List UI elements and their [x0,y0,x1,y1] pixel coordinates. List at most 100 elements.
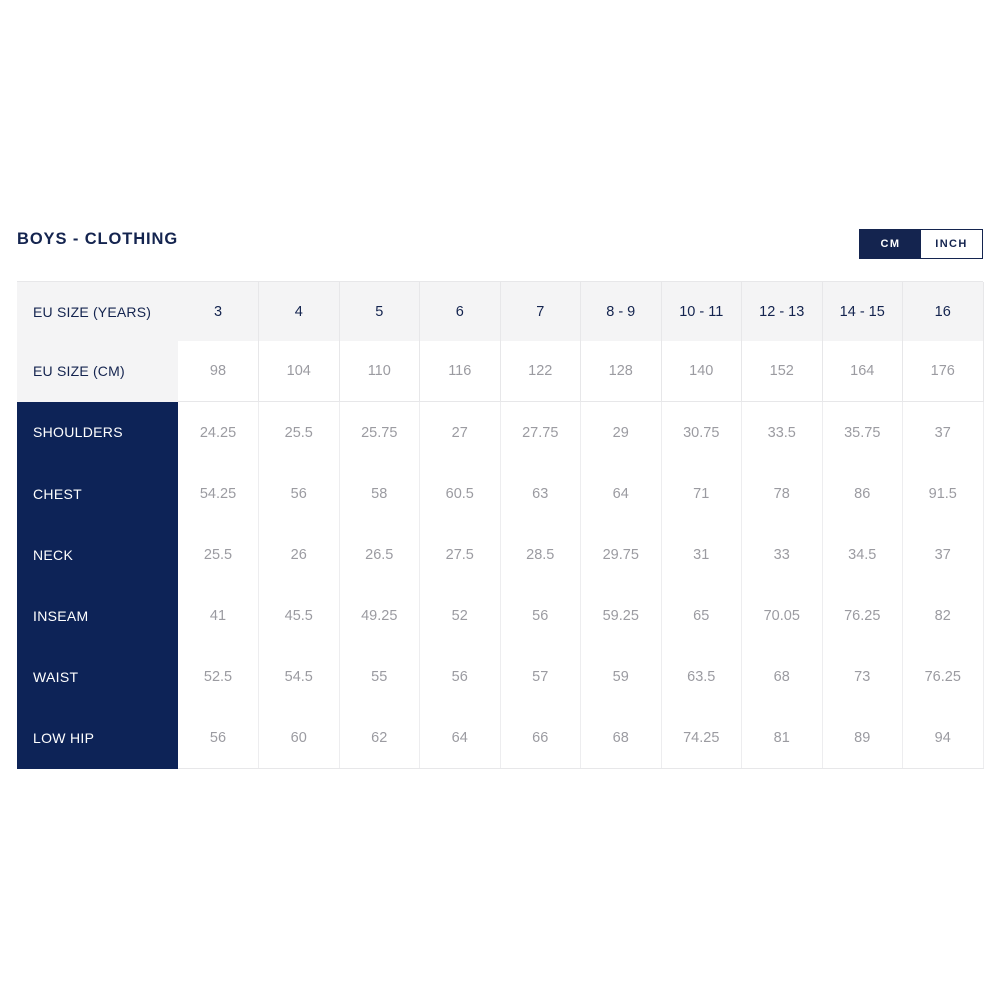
header-cell-cm: 122 [500,341,581,402]
header-cell-size: 4 [258,282,340,341]
row-label-low-hip: LOW HIP [17,707,178,769]
table-cell: 64 [580,463,662,524]
table-cell: 29 [580,401,662,463]
table-cell: 74.25 [661,707,742,769]
table-cell: 29.75 [580,524,662,585]
table-cell: 54.5 [258,646,340,707]
unit-toggle-cm-button[interactable]: CM [860,230,921,258]
table-cell: 27 [419,401,501,463]
table-cell: 94 [902,707,984,769]
header-cell-size: 3 [178,282,259,341]
unit-toggle[interactable]: CM INCH [859,229,983,259]
header-cell-cm: 116 [419,341,501,402]
table-cell: 89 [822,707,903,769]
header-cell-size: 14 - 15 [822,282,903,341]
table-cell: 24.25 [178,401,259,463]
table-cell: 59.25 [580,585,662,646]
table-cell: 59 [580,646,662,707]
table-cell: 52.5 [178,646,259,707]
header-cell-size: 10 - 11 [661,282,742,341]
size-chart-table: EU SIZE (YEARS) 3 4 5 6 7 8 - 9 10 - 11 … [17,282,984,769]
table-cell: 26.5 [339,524,420,585]
table-cell: 56 [419,646,501,707]
table-cell: 27.5 [419,524,501,585]
row-label-chest: CHEST [17,463,178,524]
table-cell: 73 [822,646,903,707]
table-cell: 63.5 [661,646,742,707]
table-cell: 57 [500,646,581,707]
table-header-row-years: EU SIZE (YEARS) 3 4 5 6 7 8 - 9 10 - 11 … [17,282,984,341]
table-cell: 65 [661,585,742,646]
table-cell: 34.5 [822,524,903,585]
row-label-inseam: INSEAM [17,585,178,646]
unit-toggle-inch-button[interactable]: INCH [921,230,982,258]
row-label-waist: WAIST [17,646,178,707]
table-cell: 71 [661,463,742,524]
table-cell: 82 [902,585,984,646]
table-cell: 60 [258,707,340,769]
table-cell: 27.75 [500,401,581,463]
table-cell: 26 [258,524,340,585]
table-row: INSEAM 41 45.5 49.25 52 56 59.25 65 70.0… [17,585,984,646]
row-label-neck: NECK [17,524,178,585]
row-label-eu-size-years: EU SIZE (YEARS) [17,282,178,341]
table-cell: 70.05 [741,585,823,646]
table-row: LOW HIP 56 60 62 64 66 68 74.25 81 89 94 [17,707,984,769]
table-cell: 45.5 [258,585,340,646]
table-cell: 37 [902,524,984,585]
header-cell-cm: 176 [902,341,984,402]
table-cell: 28.5 [500,524,581,585]
table-cell: 25.75 [339,401,420,463]
table-row: SHOULDERS 24.25 25.5 25.75 27 27.75 29 3… [17,401,984,463]
table-cell: 54.25 [178,463,259,524]
table-cell: 56 [500,585,581,646]
table-cell: 30.75 [661,401,742,463]
header-cell-cm: 164 [822,341,903,402]
table-cell: 56 [258,463,340,524]
header-cell-size: 5 [339,282,420,341]
table-row: CHEST 54.25 56 58 60.5 63 64 71 78 86 91… [17,463,984,524]
table-cell: 76.25 [902,646,984,707]
header-cell-cm: 104 [258,341,340,402]
table-cell: 68 [580,707,662,769]
header-cell-size: 16 [902,282,984,341]
header-cell-size: 8 - 9 [580,282,662,341]
table-cell: 86 [822,463,903,524]
table-cell: 76.25 [822,585,903,646]
table-cell: 49.25 [339,585,420,646]
table-header-row-cm: EU SIZE (CM) 98 104 110 116 122 128 140 … [17,341,984,402]
table-row: WAIST 52.5 54.5 55 56 57 59 63.5 68 73 7… [17,646,984,707]
table-cell: 52 [419,585,501,646]
page-title: BOYS - CLOTHING [17,230,179,248]
table-cell: 78 [741,463,823,524]
row-label-eu-size-cm: EU SIZE (CM) [17,341,178,402]
table-cell: 68 [741,646,823,707]
header-cell-cm: 152 [741,341,823,402]
table-cell: 33 [741,524,823,585]
table-cell: 25.5 [178,524,259,585]
table-cell: 35.75 [822,401,903,463]
table-cell: 55 [339,646,420,707]
header-cell-cm: 128 [580,341,662,402]
table-cell: 25.5 [258,401,340,463]
table-cell: 62 [339,707,420,769]
table-cell: 64 [419,707,501,769]
table-cell: 81 [741,707,823,769]
header-cell-size: 6 [419,282,501,341]
table-cell: 60.5 [419,463,501,524]
table-cell: 63 [500,463,581,524]
table-cell: 41 [178,585,259,646]
table-cell: 33.5 [741,401,823,463]
header-cell-cm: 110 [339,341,420,402]
table-cell: 66 [500,707,581,769]
table-cell: 37 [902,401,984,463]
table-cell: 58 [339,463,420,524]
table-cell: 91.5 [902,463,984,524]
header-cell-size: 7 [500,282,581,341]
table-row: NECK 25.5 26 26.5 27.5 28.5 29.75 31 33 … [17,524,984,585]
size-chart-page: BOYS - CLOTHING CM INCH EU SIZE (YEARS) … [0,0,1000,1000]
chart-header: BOYS - CLOTHING CM INCH [17,226,983,266]
header-cell-size: 12 - 13 [741,282,823,341]
table-cell: 56 [178,707,259,769]
header-cell-cm: 98 [178,341,259,402]
